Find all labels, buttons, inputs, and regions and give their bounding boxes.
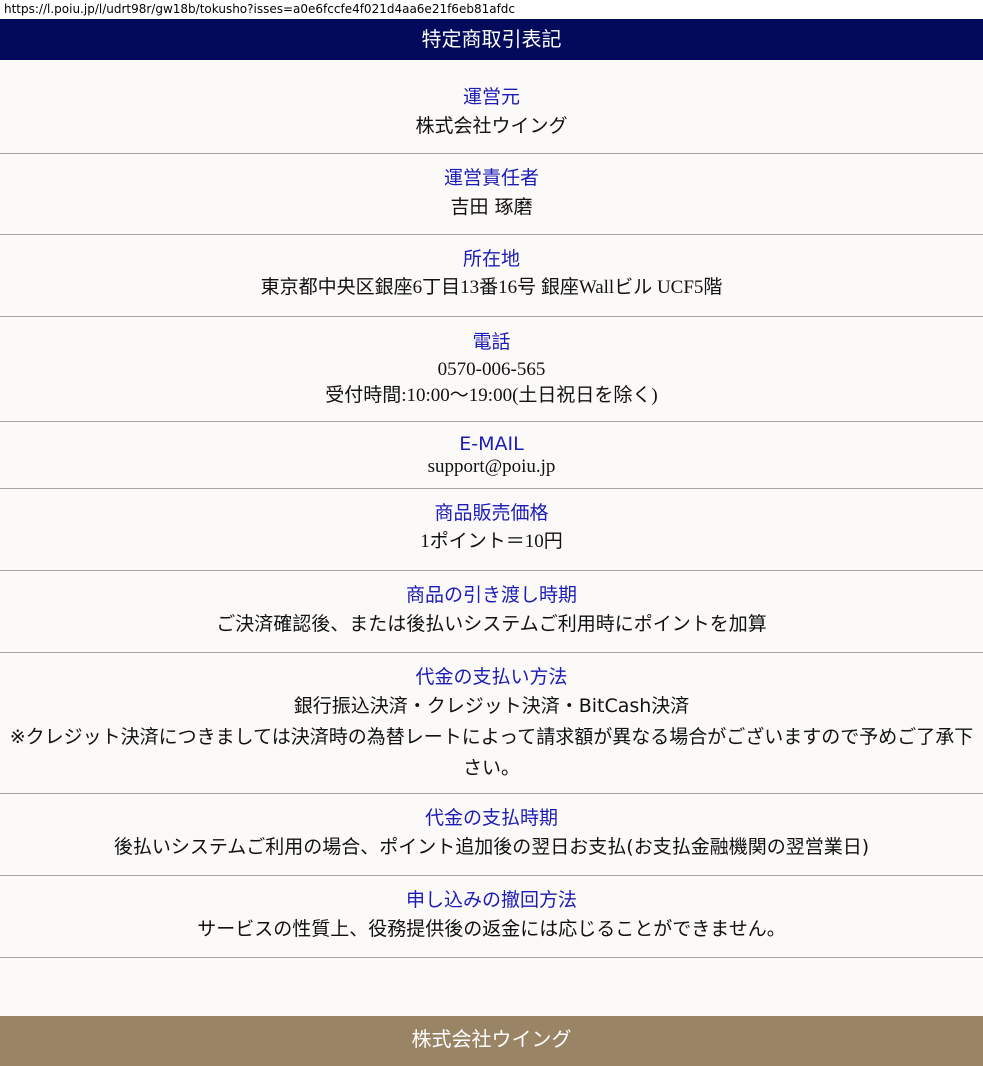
section-label: 運営元 (462, 86, 520, 108)
footer-company-name: 株式会社ウイング (411, 1027, 572, 1051)
section-payment-timing: 代金の支払時期 後払いシステムご利用の場合、ポイント追加後の翌日お支払(お支払金… (0, 794, 983, 876)
section-label: 申し込みの撤回方法 (405, 889, 577, 911)
section-value: ご決済確認後、または後払いシステムご利用時にポイントを加算 (216, 613, 767, 635)
section-cancellation: 申し込みの撤回方法 サービスの性質上、役務提供後の返金には応じることができません… (0, 876, 983, 958)
section-value: サービスの性質上、役務提供後の返金には応じることができません。 (197, 918, 786, 940)
section-label: 商品販売価格 (434, 502, 549, 524)
email-address: support@poiu.jp (427, 456, 556, 477)
section-email: E-MAIL support@poiu.jp (0, 422, 983, 489)
phone-number: 0570-006-565 (437, 359, 546, 380)
reception-hours: 受付時間:10:00～19:00(土日祝日を除く) (325, 385, 658, 406)
section-note: ※クレジット決済につきましては決済時の為替レートによって請求額が異なる場合がござ… (9, 726, 974, 779)
section-payment-method: 代金の支払い方法 銀行振込決済・クレジット決済・BitCash決済 ※クレジット… (0, 653, 983, 794)
page-title: 特定商取引表記 (421, 27, 562, 51)
section-value: 吉田 琢磨 (450, 196, 533, 218)
section-price: 商品販売価格 1ポイント＝10円 (0, 489, 983, 571)
section-manager: 運営責任者 吉田 琢磨 (0, 154, 983, 235)
page-title-bar: 特定商取引表記 (0, 19, 983, 60)
section-value: 銀行振込決済・クレジット決済・BitCash決済 (293, 695, 690, 717)
section-address: 所在地 東京都中央区銀座6丁目13番16号 銀座Wallビル UCF5階 (0, 235, 983, 317)
section-label: 所在地 (462, 248, 520, 270)
section-value: 後払いシステムご利用の場合、ポイント追加後の翌日お支払(お支払金融機関の翌営業日… (113, 836, 870, 858)
section-label: E-MAIL (459, 433, 524, 455)
footer-bar: 株式会社ウイング (0, 1016, 983, 1066)
section-operator: 運営元 株式会社ウイング (0, 60, 983, 154)
section-label: 運営責任者 (443, 167, 539, 189)
section-label: 代金の支払い方法 (415, 666, 568, 688)
section-delivery: 商品の引き渡し時期 ご決済確認後、または後払いシステムご利用時にポイントを加算 (0, 571, 983, 653)
section-value: 株式会社ウイング (415, 115, 568, 137)
section-label: 電話 (472, 331, 511, 353)
address-url[interactable]: https://l.poiu.jp/l/udrt98r/gw18b/tokush… (0, 0, 983, 19)
section-value: 東京都中央区銀座6丁目13番16号 銀座Wallビル UCF5階 (260, 277, 723, 298)
section-phone: 電話 0570-006-565 受付時間:10:00～19:00(土日祝日を除く… (0, 317, 983, 422)
section-label: 商品の引き渡し時期 (405, 584, 577, 606)
section-value: 1ポイント＝10円 (420, 531, 563, 552)
section-label: 代金の支払時期 (424, 807, 558, 829)
